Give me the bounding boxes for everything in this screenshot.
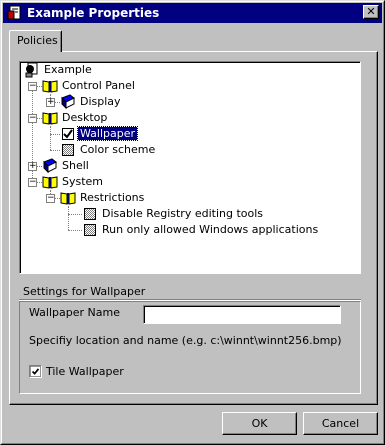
- grayed-box-icon[interactable]: [60, 142, 76, 158]
- grayed-box-icon[interactable]: [82, 206, 98, 222]
- expand-icon[interactable]: +: [28, 162, 37, 171]
- open-book-icon: [42, 176, 58, 189]
- tree-item-label: System: [62, 175, 104, 188]
- grayed-box-icon[interactable]: [82, 222, 98, 238]
- tree-item-label: Restrictions: [80, 191, 145, 204]
- tree-item-label: Disable Registry editing tools: [102, 207, 264, 220]
- open-book-icon: [42, 112, 58, 125]
- tree-connector: [68, 214, 82, 215]
- tree-item-label: Desktop: [62, 111, 108, 124]
- tree-item-label: Display: [80, 95, 121, 108]
- wallpaper-name-input[interactable]: [143, 305, 341, 324]
- tree-item-label: Run only allowed Windows applications: [102, 223, 319, 236]
- tree-item-label: Color scheme: [80, 143, 156, 156]
- tree-item-label: Example: [44, 63, 92, 76]
- cancel-button[interactable]: Cancel: [303, 412, 378, 435]
- tab-policies[interactable]: Policies: [9, 30, 62, 52]
- tree-connector: [50, 126, 51, 150]
- open-book-icon: [60, 192, 76, 205]
- tree-connector: [50, 150, 60, 151]
- wallpaper-name-label: Wallpaper Name: [29, 306, 120, 319]
- checked-box-icon[interactable]: [60, 126, 76, 142]
- close-icon: ✕: [366, 5, 376, 18]
- policy-tree[interactable]: Example − Control Panel + Display − Desk…: [19, 61, 361, 274]
- tab-policies-label: Policies: [17, 34, 58, 47]
- settings-heading: Settings for Wallpaper: [23, 285, 146, 298]
- collapse-icon[interactable]: −: [28, 82, 37, 91]
- policy-editor-icon: [7, 5, 21, 20]
- close-button[interactable]: ✕: [363, 5, 379, 19]
- tree-connector: [68, 230, 82, 231]
- expand-icon[interactable]: +: [46, 98, 55, 107]
- computer-policy-icon: [25, 62, 38, 78]
- open-book-icon: [42, 80, 58, 93]
- tree-connector: [50, 134, 60, 135]
- collapse-icon[interactable]: −: [46, 194, 55, 203]
- checkbox-checked-icon[interactable]: [29, 365, 42, 378]
- tree-item-label: Control Panel: [62, 79, 135, 92]
- title-bar[interactable]: Example Properties ✕: [3, 3, 382, 23]
- properties-dialog: Example Properties ✕ Policies Example − …: [0, 0, 385, 445]
- tree-connector: [68, 206, 69, 230]
- window-title: Example Properties: [27, 6, 160, 20]
- tile-wallpaper-label: Tile Wallpaper: [46, 365, 124, 378]
- ok-button[interactable]: OK: [222, 412, 297, 435]
- closed-book-icon: [61, 94, 75, 110]
- closed-book-icon: [43, 158, 57, 174]
- location-hint: Specifiy location and name (e.g. c:\winn…: [29, 334, 342, 347]
- tree-item-label: Shell: [62, 159, 89, 172]
- tree-item-label: Wallpaper: [76, 126, 139, 141]
- collapse-icon[interactable]: −: [28, 178, 37, 187]
- collapse-icon[interactable]: −: [28, 114, 37, 123]
